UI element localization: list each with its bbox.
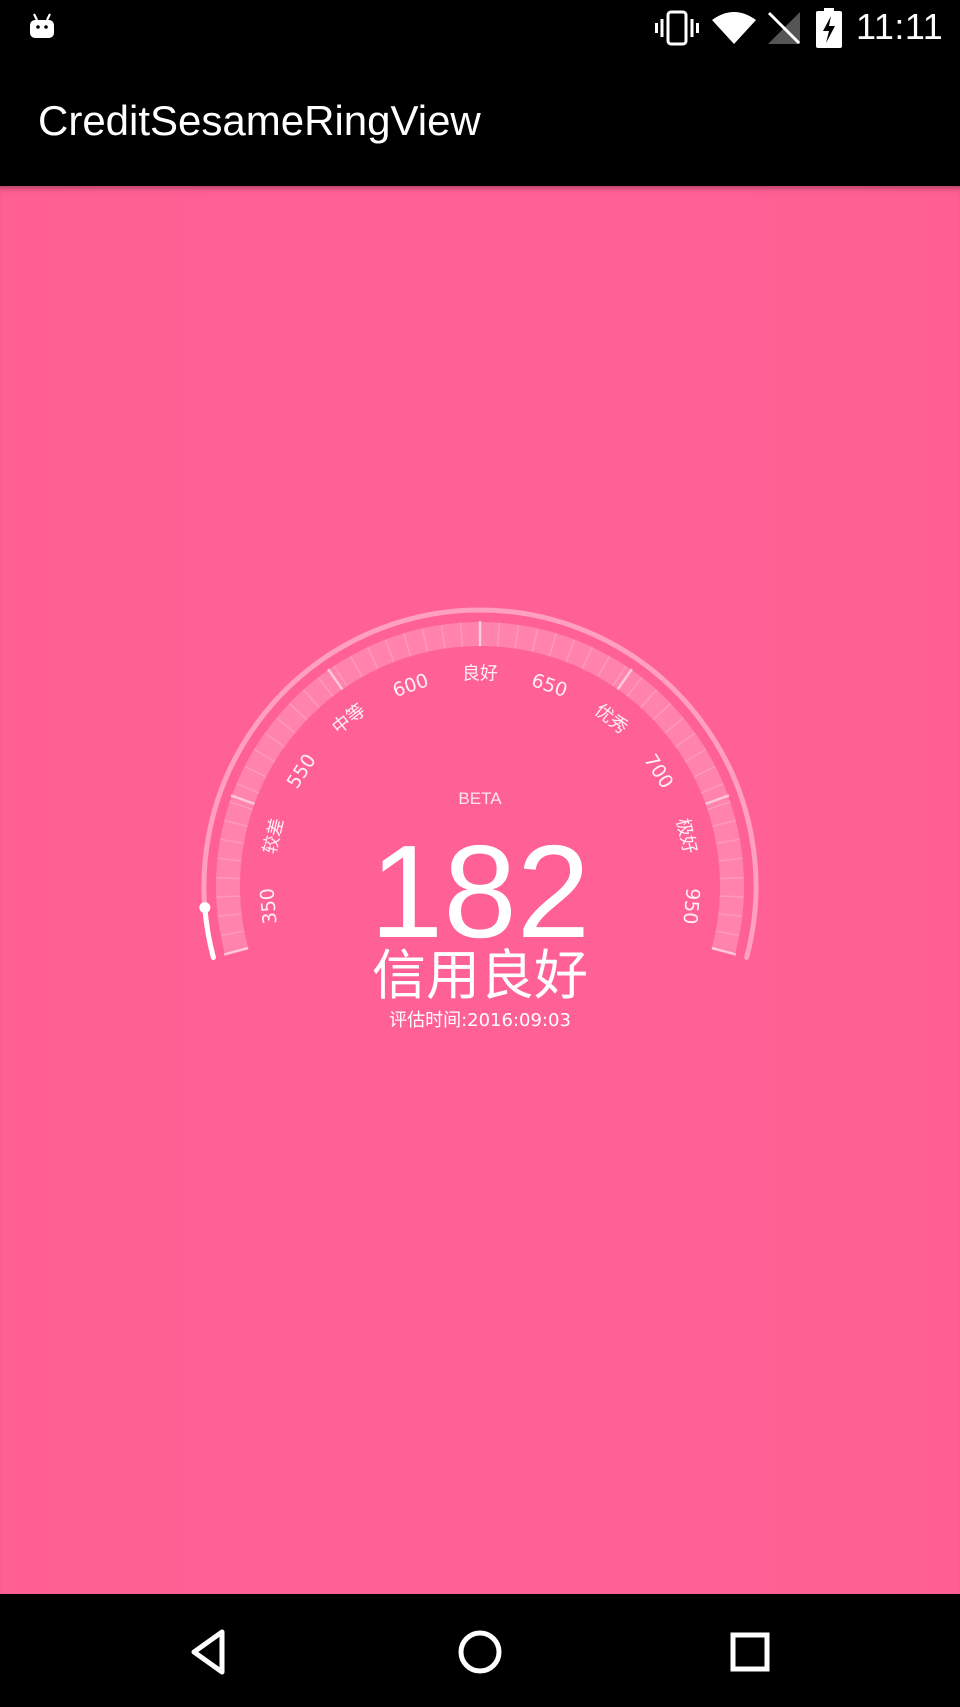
app-title: CreditSesameRingView [38,97,481,144]
status-bar: 11:11 [0,0,960,55]
back-icon[interactable] [182,1624,238,1680]
scale-value-label: 650 [529,669,570,702]
evaluation-date-label: 评估时间:2016:09:03 [389,1010,571,1031]
scale-level-label: 优秀 [590,700,631,739]
home-icon[interactable] [452,1624,508,1680]
scale-minor-tick [719,876,744,880]
scale-value-label: 350 [256,887,281,925]
recents-icon[interactable] [722,1624,778,1680]
signal-off-icon [767,11,801,45]
wifi-icon [712,12,756,44]
scale-minor-tick [216,895,241,898]
battery-charging-icon [816,8,842,48]
credit-score-value: 182 [370,818,590,965]
scale-value-label: 950 [678,887,703,925]
scale-level-label: 较差 [260,816,289,856]
phone-screen: 11:11 CreditSesameRingView 350 较差 550 中等 600… [0,0,960,1707]
navigation-bar [0,1594,960,1707]
scale-level-label: 中等 [328,700,369,739]
scale-level-label: 极好 [672,816,701,856]
scale-value-label: 700 [639,750,677,792]
progress-arc [202,905,216,960]
scale-minor-tick [719,895,744,898]
android-notification-icon [30,13,54,38]
progress-indicator-dot [199,902,211,914]
credit-level-label: 信用良好 [372,944,588,1007]
scale-level-label: 良好 [462,664,498,685]
scale-value-label: 550 [283,750,321,792]
scale-minor-tick [216,876,241,880]
scale-value-label: 600 [390,669,431,702]
app-toolbar: CreditSesameRingView [0,55,960,186]
content-area: 350 较差 550 中等 600 良好 650 优秀 700 极好 950 BETA 182 信用… [0,186,960,1594]
credit-ring-view: 350 较差 550中等 600 良好 650 优秀700 极好 950 BETA 182 信用… [199,607,759,1031]
beta-label: BETA [458,789,502,808]
vibrate-icon [655,10,699,46]
status-clock: 11:11 [856,6,944,47]
